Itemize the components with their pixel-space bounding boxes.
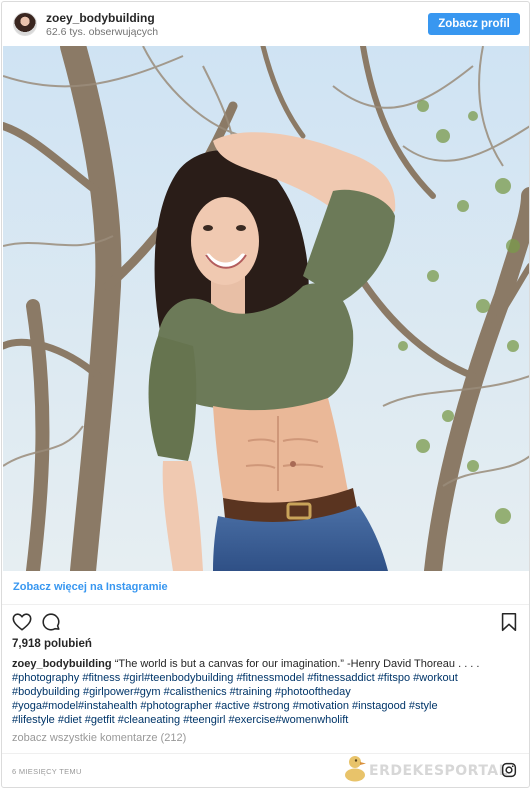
photo-image <box>3 46 529 571</box>
username[interactable]: zoey_bodybuilding <box>46 11 155 25</box>
hashtag-line[interactable]: #lifestyle #diet #getfit #cleaneating #t… <box>12 713 522 727</box>
follower-count: 62.6 tys. obserwujących <box>46 26 159 38</box>
post-timestamp[interactable]: 6 MIESIĘCY TEMU <box>12 767 82 776</box>
post-caption: zoey_bodybuilding “The world is but a ca… <box>12 657 522 727</box>
watermark: ERDEKESPORTAL <box>343 754 508 784</box>
comment-icon[interactable] <box>40 611 62 633</box>
hashtag-line[interactable]: #photography #fitness #girl#teenbodybuil… <box>12 671 522 685</box>
duck-mascot-icon <box>345 756 366 782</box>
heart-icon[interactable] <box>11 611 33 633</box>
watermark-text: ERDEKESPORTAL <box>369 763 509 779</box>
instagram-embed-card: zoey_bodybuilding 62.6 tys. obserwującyc… <box>1 1 530 788</box>
caption-hashtags[interactable]: #photography #fitness #girl#teenbodybuil… <box>12 671 522 727</box>
like-count: 7,918 polubień <box>12 638 92 650</box>
post-photo[interactable] <box>3 46 529 571</box>
hashtag-line[interactable]: #bodybuilding #girlpower#gym #calistheni… <box>12 685 522 699</box>
see-more-link[interactable]: Zobacz więcej na Instagramie <box>2 571 529 605</box>
view-profile-button[interactable]: Zobacz profil <box>428 13 520 35</box>
avatar[interactable] <box>13 12 37 36</box>
bookmark-icon[interactable] <box>498 611 520 633</box>
view-all-comments-link[interactable]: zobacz wszystkie komentarze (212) <box>12 732 186 744</box>
caption-text: “The world is but a canvas for our imagi… <box>114 658 480 670</box>
post-actions <box>2 609 529 635</box>
instagram-logo-icon[interactable] <box>501 762 517 778</box>
hashtag-line[interactable]: #yoga#model#instahealth #photographer #a… <box>12 699 522 713</box>
post-header: zoey_bodybuilding 62.6 tys. obserwującyc… <box>2 2 529 46</box>
caption-username[interactable]: zoey_bodybuilding <box>12 658 112 670</box>
